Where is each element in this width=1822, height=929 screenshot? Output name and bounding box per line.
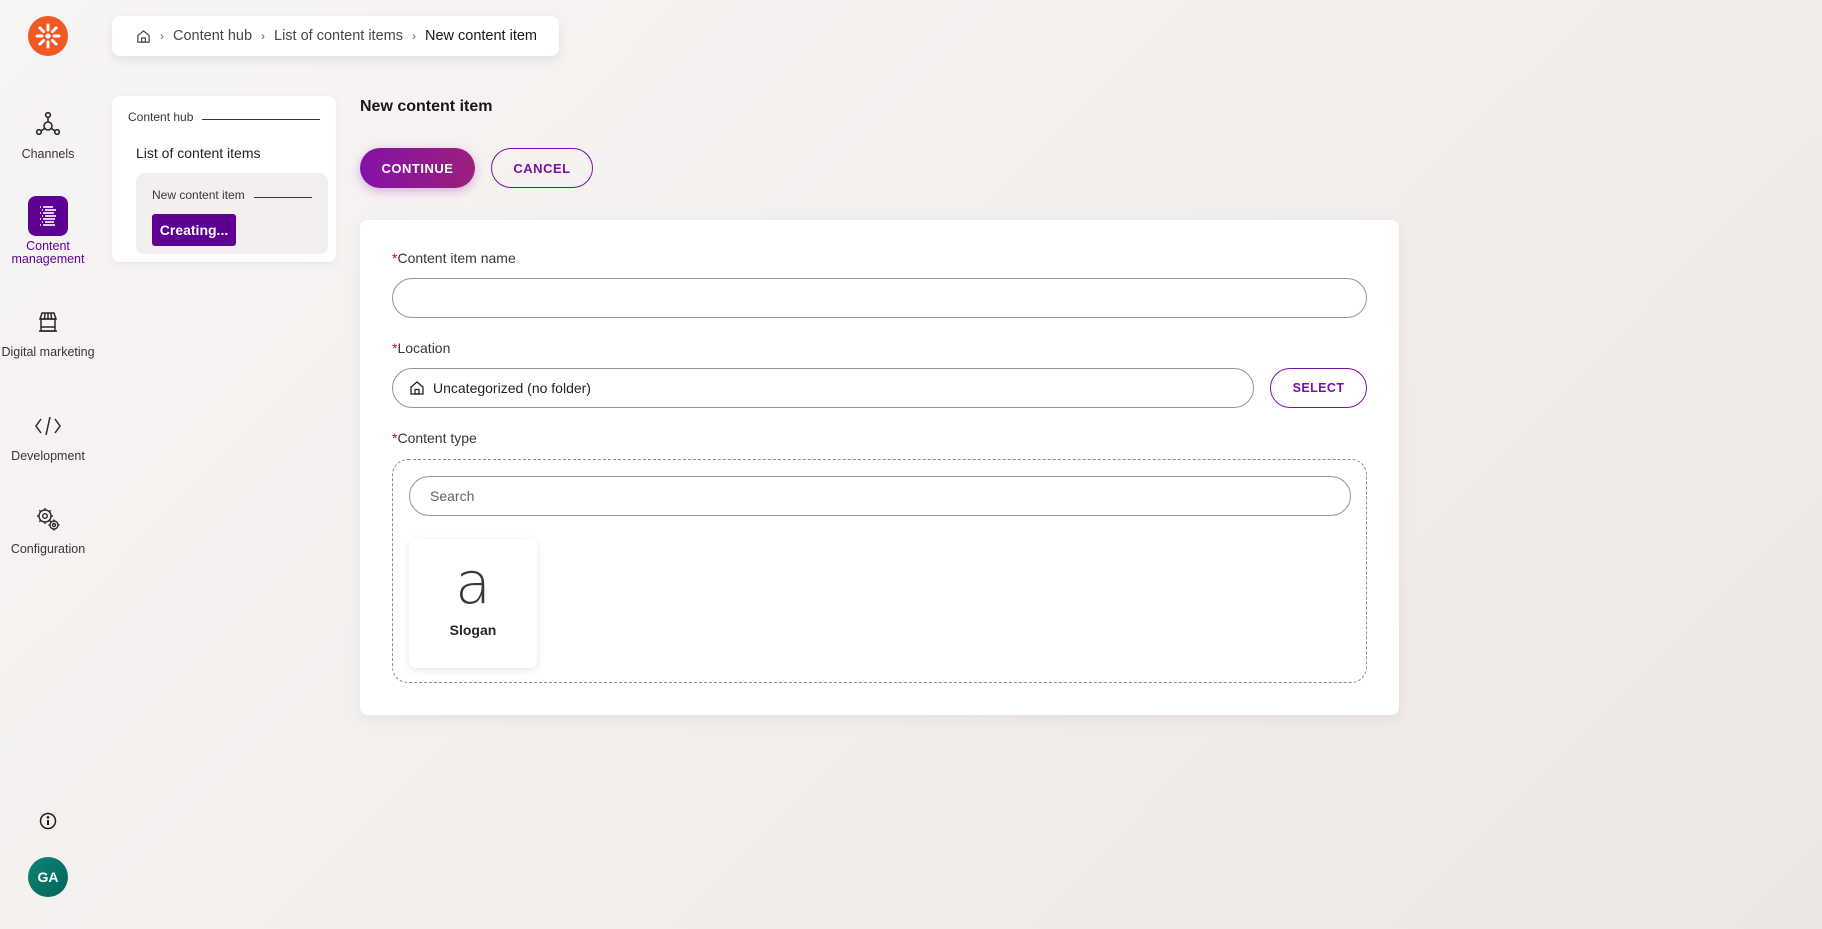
content-management-icon <box>28 196 68 236</box>
kentico-logo-icon[interactable] <box>28 16 68 56</box>
breadcrumb-current: New content item <box>424 28 537 44</box>
content-tree-nav: Content hub List of content items New co… <box>112 96 336 262</box>
location-label: *Location <box>392 340 450 356</box>
home-icon[interactable] <box>136 29 151 44</box>
rail-label: Digital marketing <box>1 345 95 359</box>
creating-status-chip[interactable]: Creating... <box>152 214 236 246</box>
chevron-right-icon: › <box>261 29 266 43</box>
rail-item-configuration[interactable]: Configuration <box>0 499 96 556</box>
code-icon <box>28 406 68 446</box>
breadcrumb-content-hub[interactable]: Content hub <box>173 28 252 44</box>
location-value: Uncategorized (no folder) <box>433 380 591 396</box>
breadcrumb-list-of-content-items[interactable]: List of content items <box>274 28 403 44</box>
storefront-icon <box>28 302 68 342</box>
rail-item-development[interactable]: Development <box>0 406 96 463</box>
content-type-search-field[interactable] <box>409 476 1351 516</box>
rail-item-digital-marketing[interactable]: Digital marketing <box>0 302 96 359</box>
label-text: Content item name <box>397 250 516 266</box>
divider <box>202 118 320 120</box>
content-type-name: Slogan <box>449 622 497 638</box>
content-type-search-input[interactable] <box>410 488 1350 504</box>
content-type-card-slogan[interactable]: a Slogan <box>409 539 537 668</box>
content-item-name-input[interactable] <box>393 290 1366 306</box>
app-rail: Channels Content management Digital mark <box>0 0 96 929</box>
page-title: New content item <box>360 98 493 115</box>
select-location-button[interactable]: SELECT <box>1270 368 1367 408</box>
label-text: Location <box>397 340 451 356</box>
tree-item-content-hub[interactable]: Content hub <box>128 110 320 124</box>
chevron-right-icon: › <box>411 29 416 43</box>
label-text: Content type <box>397 430 477 446</box>
rail-label: Configuration <box>10 542 86 556</box>
rail-item-content-management[interactable]: Content management <box>0 196 96 266</box>
tree-item-new-content-item: New content item <box>152 188 312 202</box>
channels-icon <box>28 104 68 144</box>
gears-icon <box>28 499 68 539</box>
content-item-name-field[interactable] <box>392 278 1367 318</box>
rail-label: Channels <box>21 147 75 161</box>
rail-label: Content management <box>11 239 85 266</box>
content-item-name-label: *Content item name <box>392 250 516 266</box>
cancel-button[interactable]: CANCEL <box>491 148 593 188</box>
location-field[interactable]: Uncategorized (no folder) <box>392 368 1254 408</box>
continue-button[interactable]: CONTINUE <box>360 148 475 188</box>
tree-item-label: Content hub <box>128 110 194 124</box>
tree-current-section: New content item Creating... <box>136 173 328 254</box>
text-glyph-icon: a <box>455 549 491 617</box>
content-type-picker: a Slogan <box>392 459 1367 683</box>
rail-label: Development <box>11 449 85 463</box>
tree-item-label: New content item <box>152 188 245 202</box>
user-avatar[interactable]: GA <box>28 857 68 897</box>
content-type-label: *Content type <box>392 430 477 446</box>
breadcrumb: › Content hub › List of content items › … <box>112 16 559 56</box>
divider <box>253 196 312 198</box>
tree-item-list-of-content-items[interactable]: List of content items <box>136 145 261 161</box>
form-panel: *Content item name *Location Uncategoriz… <box>360 220 1399 715</box>
rail-item-channels[interactable]: Channels <box>0 104 96 161</box>
chevron-right-icon: › <box>160 29 164 43</box>
home-icon <box>409 380 425 396</box>
info-icon[interactable] <box>38 811 58 831</box>
